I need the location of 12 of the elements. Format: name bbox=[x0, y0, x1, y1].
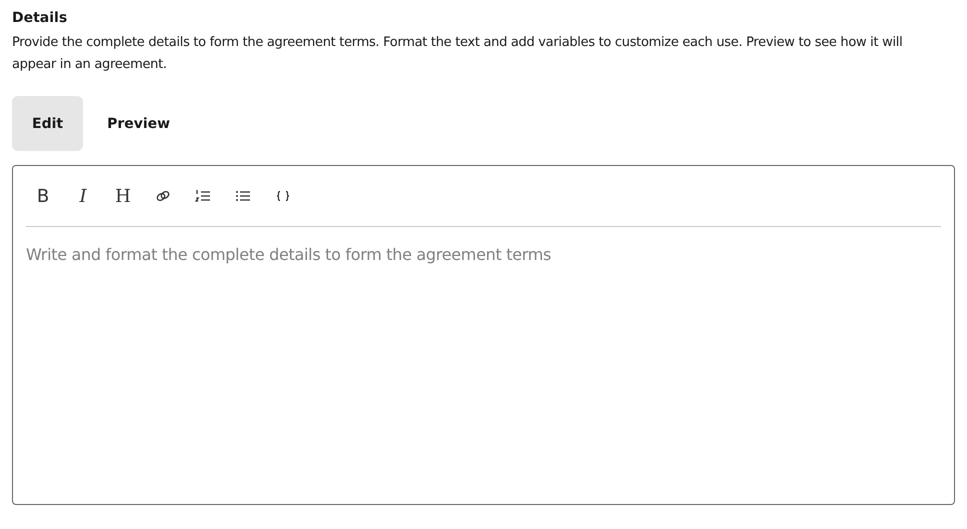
section-description: Provide the complete details to form the agreement terms. Format the text and add variables to customize each use. Preview to see how it will appear in an agreement. bbox=[12, 34, 904, 74]
format-button[interactable]: H bbox=[106, 182, 140, 210]
link-icon bbox=[155, 190, 171, 202]
bullet-list-icon bbox=[235, 189, 251, 203]
tab[interactable]: Preview bbox=[87, 96, 190, 151]
tab[interactable]: Edit bbox=[12, 96, 84, 151]
format-button[interactable]: I bbox=[66, 182, 100, 210]
braces-icon bbox=[276, 190, 290, 202]
numbered-list-icon bbox=[195, 189, 211, 203]
section-title: Details bbox=[12, 9, 68, 28]
editor-field[interactable]: B I H Write and format the complete details to form the agreement terms bbox=[12, 165, 955, 505]
format-button[interactable]: B bbox=[26, 182, 60, 210]
